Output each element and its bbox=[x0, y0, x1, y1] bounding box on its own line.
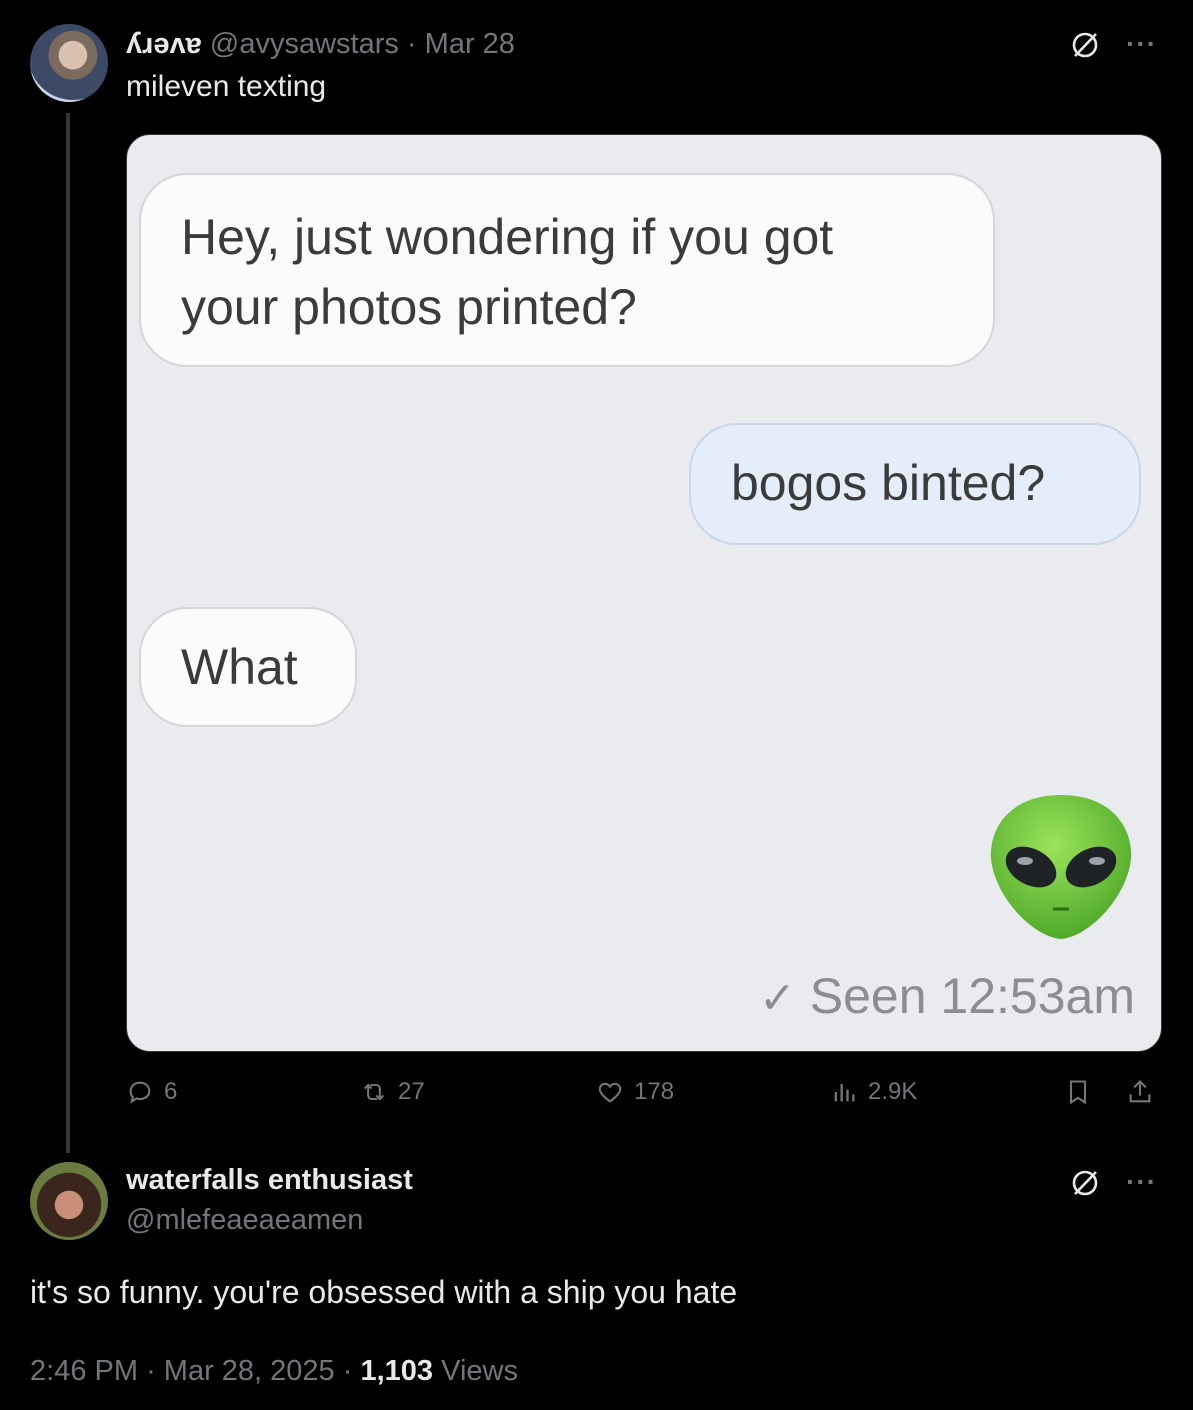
reply-button[interactable]: 6 bbox=[126, 1078, 177, 1106]
check-icon: ✓ bbox=[758, 974, 796, 1023]
more-icon[interactable]: ··· bbox=[1126, 1166, 1157, 1198]
separator: · bbox=[406, 28, 417, 60]
reply-count: 6 bbox=[164, 1078, 178, 1105]
tweet-media-image[interactable]: Hey, just wondering if you got your phot… bbox=[126, 134, 1162, 1052]
message-bubble-sent: bogos binted? bbox=[691, 425, 1139, 543]
reply-handle[interactable]: @mlefeaeaeamen bbox=[126, 1204, 363, 1237]
message-line: Hey, just wondering if you got bbox=[181, 209, 834, 265]
views-icon bbox=[834, 1083, 855, 1102]
reply-date[interactable]: Mar 28, 2025 bbox=[164, 1355, 335, 1387]
like-count: 178 bbox=[634, 1078, 675, 1105]
reply-display-name[interactable]: waterfalls enthusiast bbox=[126, 1164, 413, 1197]
reply-avatar[interactable] bbox=[30, 1162, 108, 1240]
reply-views-label: Views bbox=[441, 1355, 518, 1387]
grok-icon[interactable] bbox=[1070, 30, 1100, 60]
separator: · bbox=[146, 1355, 156, 1387]
reply-text: it's so funny. you're obsessed with a sh… bbox=[30, 1274, 738, 1310]
tweet-actions: 6 27 178 2.9K bbox=[126, 1078, 1160, 1118]
share-button[interactable] bbox=[1126, 1078, 1154, 1106]
tweet-text: mileven texting bbox=[126, 70, 327, 103]
bookmark-button[interactable] bbox=[1064, 1078, 1092, 1106]
repost-button[interactable]: 27 bbox=[360, 1078, 425, 1106]
avatar[interactable] bbox=[30, 24, 108, 102]
message-bubble-received: What bbox=[141, 609, 355, 725]
views-button[interactable]: 2.9K bbox=[830, 1078, 917, 1106]
grok-icon[interactable] bbox=[1070, 1168, 1100, 1198]
bookmark-icon bbox=[1069, 1080, 1087, 1105]
tweet-header: ʎɹəʌɐ @avysawstars · Mar 28 bbox=[126, 28, 515, 61]
seen-receipt: ✓ Seen 12:53am bbox=[759, 967, 1135, 1025]
message-line: What bbox=[181, 639, 298, 695]
handle[interactable]: @avysawstars bbox=[210, 28, 399, 60]
message-bubble-received: Hey, just wondering if you got your phot… bbox=[141, 175, 993, 365]
more-icon[interactable]: ··· bbox=[1126, 28, 1157, 60]
reply-meta: 2:46 PM · Mar 28, 2025 · 1,103 Views bbox=[30, 1355, 518, 1388]
seen-text: Seen 12:53am bbox=[809, 968, 1135, 1024]
like-button[interactable]: 178 bbox=[596, 1078, 674, 1106]
alien-emoji-icon bbox=[990, 795, 1132, 939]
views-count: 2.9K bbox=[868, 1078, 918, 1105]
separator: · bbox=[342, 1355, 353, 1387]
reply-icon bbox=[129, 1081, 151, 1104]
repost-icon bbox=[363, 1083, 385, 1101]
reply-time[interactable]: 2:46 PM bbox=[30, 1355, 138, 1387]
message-line: bogos binted? bbox=[731, 455, 1046, 511]
display-name[interactable]: ʎɹəʌɐ bbox=[126, 28, 202, 60]
thread-line bbox=[66, 113, 70, 1153]
reply-views-count: 1,103 bbox=[360, 1355, 434, 1387]
share-icon bbox=[1129, 1080, 1151, 1103]
like-icon bbox=[598, 1082, 622, 1103]
repost-count: 27 bbox=[398, 1078, 425, 1105]
message-line: your photos printed? bbox=[181, 279, 637, 335]
tweet-date[interactable]: Mar 28 bbox=[425, 28, 515, 60]
